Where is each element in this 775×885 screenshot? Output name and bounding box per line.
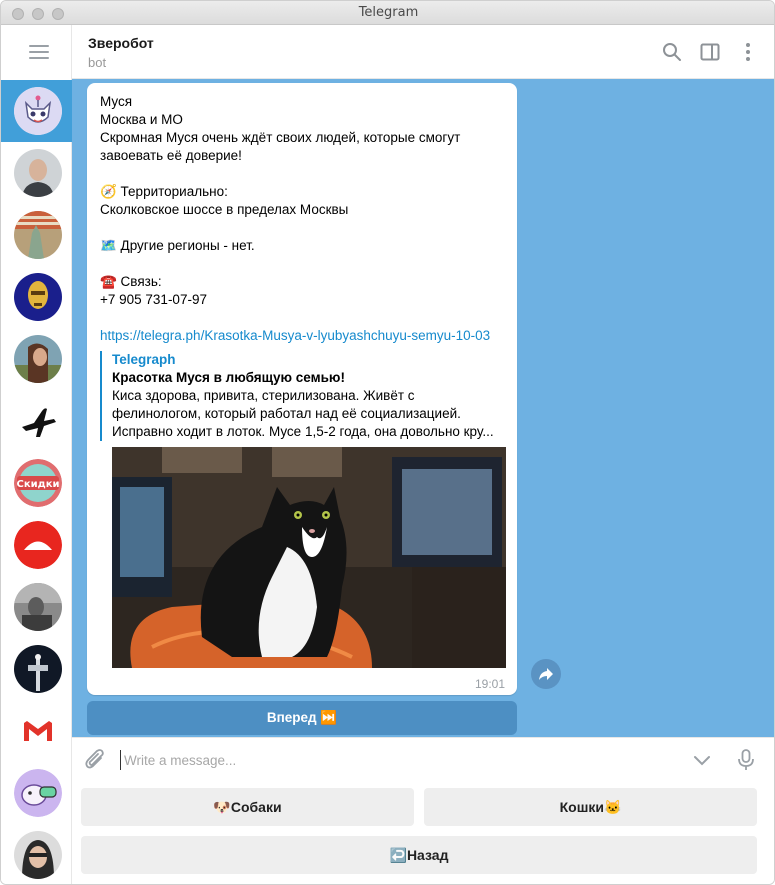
contact-avatar-8 — [14, 831, 62, 879]
keyboard-button-back[interactable]: ↩️Назад — [81, 836, 757, 874]
title-bar: Telegram — [1, 1, 774, 25]
chat-area: Муся Москва и МО Скромная Муся очень ждё… — [72, 79, 774, 737]
message-line: Сколковское шоссе в пределах Москвы — [100, 202, 349, 217]
message-line: 🗺️ Другие регионы - нет. — [100, 238, 255, 253]
chat-item-contact-3[interactable] — [1, 266, 72, 328]
message-input-bar — [72, 737, 774, 781]
preview-site-name: Telegraph — [112, 352, 176, 367]
link-preview[interactable]: Telegraph Красотка Муся в любящую семью!… — [100, 351, 506, 668]
chat-item-contact-7[interactable] — [1, 762, 72, 824]
more-options-icon[interactable] — [737, 41, 759, 63]
keyboard-button-dogs[interactable]: 🐶Собаки — [81, 788, 414, 826]
preview-title: Красотка Муся в любящую семью! — [112, 370, 345, 385]
contact-avatar-4 — [14, 335, 62, 383]
message-line — [100, 255, 510, 273]
chevron-down-icon[interactable] — [692, 752, 712, 768]
contact-avatar-1 — [14, 149, 62, 197]
message-bubble: Муся Москва и МО Скромная Муся очень ждё… — [87, 83, 517, 695]
contact-avatar-7 — [14, 769, 62, 817]
message-line: Скромная Муся очень ждёт своих людей, ко… — [100, 130, 461, 145]
zverobot-avatar — [14, 87, 62, 135]
chat-item-contact-4[interactable] — [1, 328, 72, 390]
window-title: Telegram — [358, 5, 419, 20]
chat-item-contact-5[interactable] — [1, 576, 72, 638]
attach-icon[interactable] — [84, 748, 106, 772]
preview-description: фелинологом, который работал над её соци… — [112, 406, 461, 421]
contact-avatar-2 — [14, 211, 62, 259]
share-arrow-icon — [539, 668, 553, 680]
chat-item-red[interactable] — [1, 514, 72, 576]
message-time: 19:01 — [474, 677, 505, 691]
chat-item-skidki[interactable]: Скидки — [1, 452, 72, 514]
chat-subtitle: bot — [88, 55, 107, 70]
contact-avatar-6 — [14, 645, 62, 693]
message-line: завоевать её доверие! — [100, 148, 242, 163]
skidki-channel-avatar: Скидки — [14, 459, 62, 507]
menu-icon[interactable] — [29, 45, 49, 59]
chat-item-gmail[interactable] — [1, 700, 72, 762]
search-icon[interactable] — [661, 41, 683, 63]
chat-item-contact-2[interactable] — [1, 204, 72, 266]
message-line: 🧭 Территориально: — [100, 184, 228, 199]
chat-item-contact-6[interactable] — [1, 638, 72, 700]
chat-title[interactable]: Зверобот — [88, 35, 154, 51]
preview-cat-photo[interactable] — [112, 447, 506, 668]
telegraph-link[interactable]: https://telegra.ph/Krasotka-Musya-v-lyub… — [100, 327, 510, 345]
message-line — [100, 309, 510, 327]
microphone-icon[interactable] — [736, 748, 756, 772]
chat-item-airplane[interactable] — [1, 390, 72, 452]
chat-sidebar: Скидки — [1, 25, 72, 884]
contact-avatar-5 — [14, 583, 62, 631]
message-text: Муся Москва и МО Скромная Муся очень ждё… — [100, 93, 510, 345]
airplane-channel-avatar — [14, 397, 62, 445]
gmail-avatar — [14, 707, 62, 755]
forward-inline-button[interactable]: Вперед ⏭️ — [87, 701, 517, 735]
telegram-window: Telegram Скидки Зверобот bot Муся Москва… — [0, 0, 775, 885]
chat-item-contact-8[interactable] — [1, 824, 72, 884]
skidki-label: Скидки — [16, 479, 59, 490]
preview-description: Исправно ходит в лоток. Мусе 1,5-2 года,… — [112, 424, 494, 439]
message-line: +7 905 731-07-97 — [100, 292, 207, 307]
red-channel-avatar — [14, 521, 62, 569]
chat-item-contact-1[interactable] — [1, 142, 72, 204]
chat-item-zverobot[interactable] — [1, 80, 72, 142]
contact-avatar-3 — [14, 273, 62, 321]
message-line: Муся — [100, 94, 133, 109]
sidebar-toggle-icon[interactable] — [699, 41, 721, 63]
message-line — [100, 219, 510, 237]
keyboard-button-cats[interactable]: Кошки🐱 — [424, 788, 757, 826]
message-input[interactable] — [120, 750, 640, 770]
preview-description: Киса здорова, привита, стерилизована. Жи… — [112, 388, 415, 403]
share-button[interactable] — [531, 659, 561, 689]
bot-keyboard: 🐶Собаки Кошки🐱 ↩️Назад — [72, 781, 774, 884]
message-line — [100, 165, 510, 183]
message-line: ☎️ Связь: — [100, 274, 162, 289]
message-line: Москва и МО — [100, 112, 183, 127]
chat-header: Зверобот bot — [72, 25, 774, 79]
